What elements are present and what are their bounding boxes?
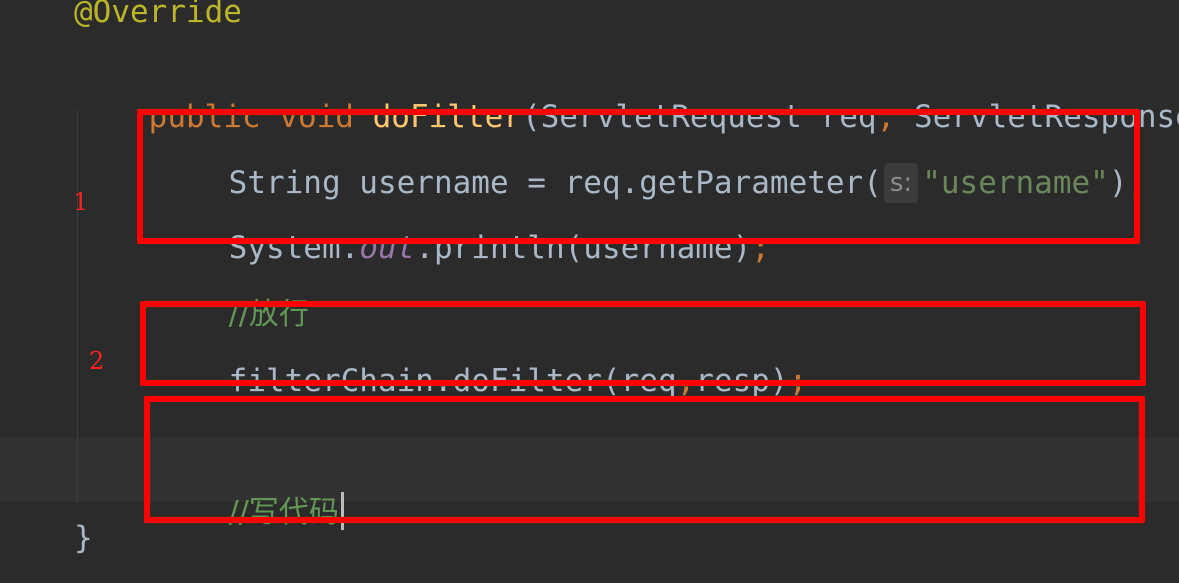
release-comment-line: //放行 bbox=[154, 254, 309, 332]
marker-1: 1 bbox=[73, 188, 89, 216]
highlight-box-1 bbox=[137, 109, 1140, 244]
closing-brace: } bbox=[74, 520, 93, 556]
override-annotation: @Override bbox=[74, 0, 242, 30]
highlight-box-3 bbox=[144, 396, 1145, 523]
method-signature-line: public void doFilter(ServletRequest req,… bbox=[74, 57, 1179, 135]
marker-2: 2 bbox=[89, 347, 105, 375]
highlight-box-2 bbox=[140, 301, 1146, 386]
